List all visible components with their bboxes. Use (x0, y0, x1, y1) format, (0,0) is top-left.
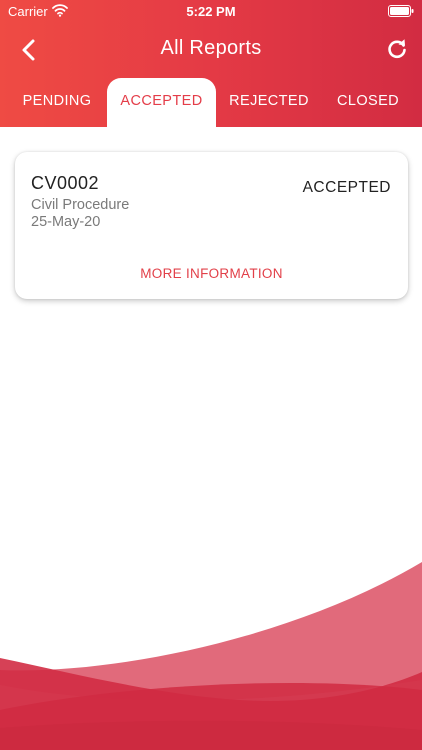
decorative-waves (0, 562, 422, 750)
report-date: 25-May-20 (31, 214, 101, 230)
report-id: CV0002 (31, 173, 100, 193)
tab-label: REJECTED (229, 93, 309, 109)
status-time: 5:22 PM (186, 4, 236, 19)
report-card[interactable]: CV0002 Civil Procedure 25-May-20 ACCEPTE… (15, 152, 408, 299)
battery-icon (388, 5, 414, 17)
tab-label: PENDING (22, 93, 92, 109)
more-information-button[interactable]: MORE INFORMATION (15, 266, 408, 281)
tab-closed[interactable]: CLOSED (322, 78, 414, 127)
tab-label: CLOSED (336, 93, 400, 109)
tab-label: ACCEPTED (120, 93, 203, 109)
tab-pending[interactable]: PENDING (0, 78, 114, 127)
report-tabs: PENDING ACCEPTED REJECTED CLOSED (0, 78, 422, 127)
tab-rejected[interactable]: REJECTED (216, 78, 322, 127)
app-header: Carrier 5:22 PM All Reports PENDING ACCE… (0, 0, 422, 127)
report-type: Civil Procedure (31, 197, 130, 213)
page-title: All Reports (160, 37, 262, 59)
status-bar: Carrier 5:22 PM (0, 0, 422, 24)
tab-accepted[interactable]: ACCEPTED (107, 78, 216, 127)
refresh-icon[interactable] (386, 38, 408, 60)
report-status: ACCEPTED (302, 179, 391, 196)
